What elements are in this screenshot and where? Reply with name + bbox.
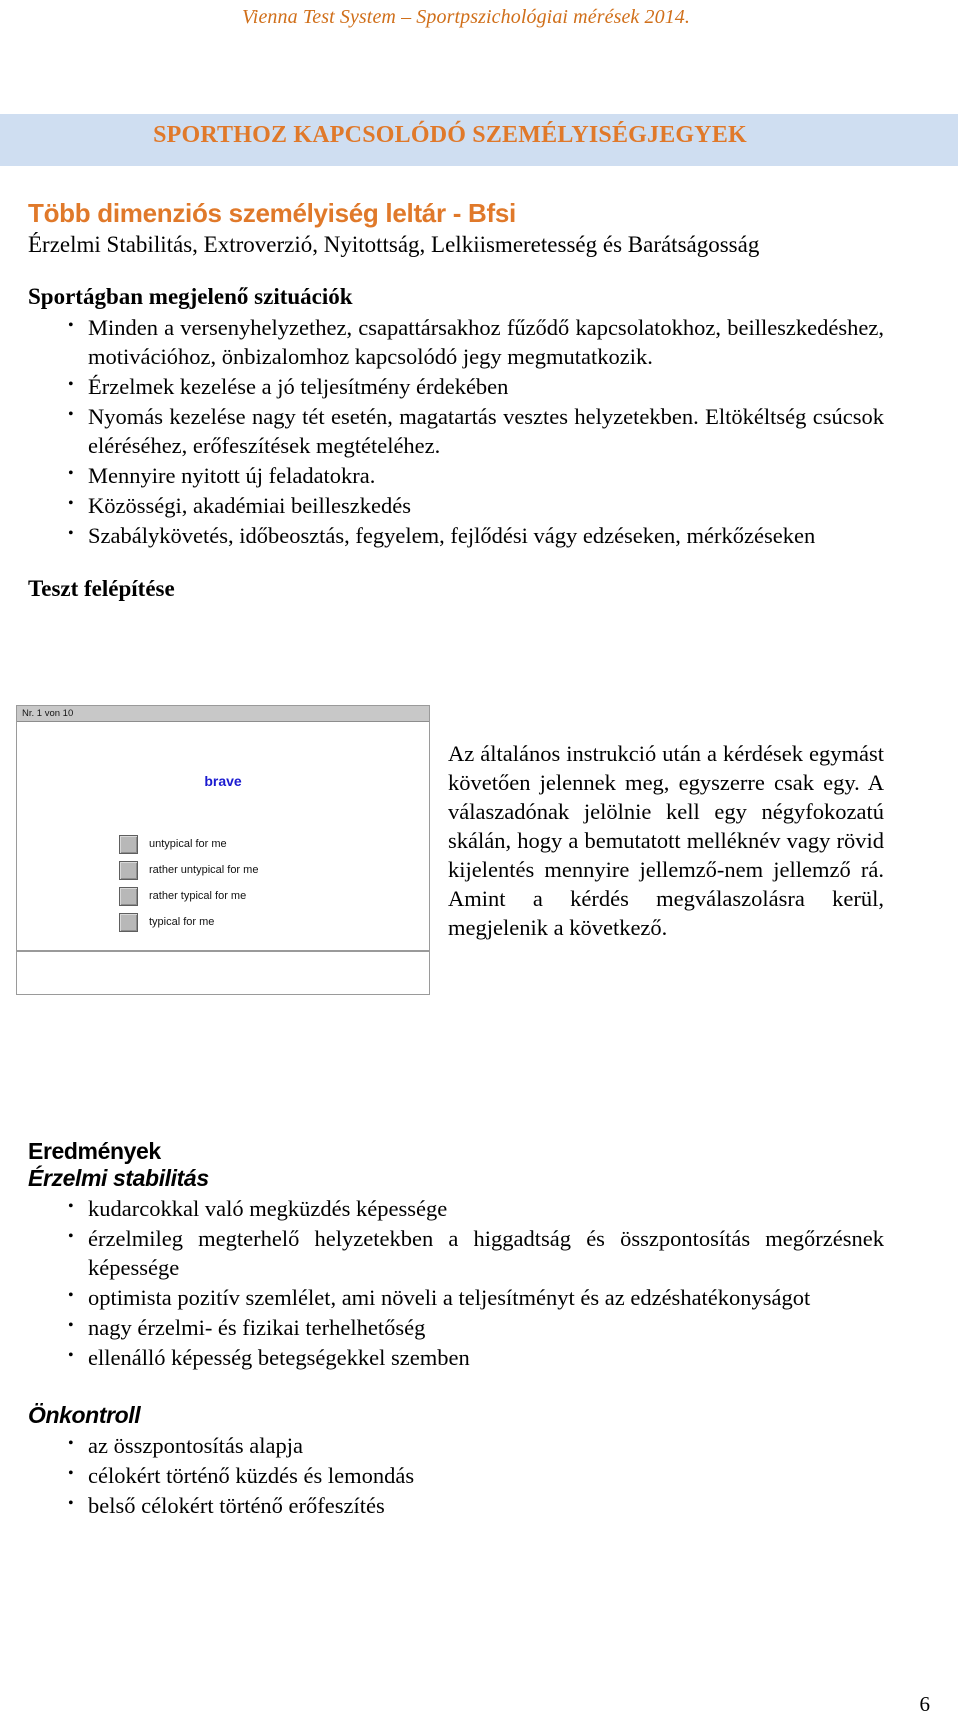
list-item: kudarcokkal való megküzdés képessége xyxy=(28,1193,884,1223)
results-heading: Eredmények xyxy=(28,1138,161,1164)
main-content: Több dimenziós személyiség leltár - Bfsi… xyxy=(28,198,884,605)
list-item: Mennyire nyitott új feladatokra. xyxy=(28,460,884,490)
situations-list: Minden a versenyhelyzethez, csapattársak… xyxy=(28,312,884,550)
vts-screenshot-figure: Nr. 1 von 10 brave untypical for me rath… xyxy=(16,705,432,995)
results-group-list: az összpontosítás alapja célokért történ… xyxy=(28,1430,884,1520)
list-item: nagy érzelmi- és fizikai terhelhetőség xyxy=(28,1312,884,1342)
vts-option[interactable]: rather untypical for me xyxy=(119,857,429,883)
vts-option-label: rather typical for me xyxy=(149,890,247,902)
checkbox-icon[interactable] xyxy=(119,834,138,854)
structure-heading: Teszt felépítése xyxy=(28,576,175,602)
list-item: Közösségi, akadémiai beilleszkedés xyxy=(28,490,884,520)
vts-option[interactable]: typical for me xyxy=(119,909,429,935)
vts-screenshot: Nr. 1 von 10 brave untypical for me rath… xyxy=(16,705,430,995)
list-item: Szabálykövetés, időbeosztás, fegyelem, f… xyxy=(28,520,884,550)
running-header: Vienna Test System – Sportpszichológiai … xyxy=(241,6,691,28)
results-section: Eredmények Érzelmi stabilitás kudarcokka… xyxy=(28,1138,884,1521)
results-group-title: Érzelmi stabilitás xyxy=(28,1165,209,1191)
test-title: Több dimenziós személyiség leltár - Bfsi xyxy=(28,198,516,228)
section-banner-title: SPORTHOZ KAPCSOLÓDÓ SZEMÉLYISÉGJEGYEK xyxy=(153,122,747,148)
results-group-list: kudarcokkal való megküzdés képessége érz… xyxy=(28,1193,884,1372)
list-item: célokért történő küzdés és lemondás xyxy=(28,1460,884,1490)
vts-option-label: typical for me xyxy=(149,916,215,928)
checkbox-icon[interactable] xyxy=(119,860,138,880)
vts-option[interactable]: rather typical for me xyxy=(119,883,429,909)
list-item: belső célokért történő erőfeszítés xyxy=(28,1490,884,1520)
vts-option[interactable]: untypical for me xyxy=(119,831,429,857)
results-group-title: Önkontroll xyxy=(28,1402,141,1429)
list-item: ellenálló képesség betegségekkel szemben xyxy=(28,1342,884,1372)
test-subtitle: Érzelmi Stabilitás, Extroverzió, Nyitott… xyxy=(28,232,760,257)
vts-option-label: untypical for me xyxy=(149,838,227,850)
list-item: Érzelmek kezelése a jó teljesítmény érde… xyxy=(28,371,884,401)
vts-item-stem: brave xyxy=(204,773,242,789)
vts-status-divider xyxy=(17,950,429,952)
list-item: az összpontosítás alapja xyxy=(28,1430,884,1460)
vts-option-list: untypical for me rather untypical for me… xyxy=(119,831,429,935)
checkbox-icon[interactable] xyxy=(119,912,138,932)
page-number: 6 xyxy=(919,1692,931,1716)
vts-option-label: rather untypical for me xyxy=(149,864,259,876)
checkbox-icon[interactable] xyxy=(119,886,138,906)
list-item: érzelmileg megterhelő helyzetekben a hig… xyxy=(28,1223,884,1282)
list-item: Minden a versenyhelyzethez, csapattársak… xyxy=(28,312,884,371)
vts-item-counter: Nr. 1 von 10 xyxy=(17,706,429,722)
structure-explanation: Az általános instrukció után a kérdések … xyxy=(448,741,884,941)
situations-heading: Sportágban megjelenő szituációk xyxy=(28,284,353,310)
list-item: optimista pozitív szemlélet, ami növeli … xyxy=(28,1282,884,1312)
list-item: Nyomás kezelése nagy tét esetén, magatar… xyxy=(28,401,884,460)
